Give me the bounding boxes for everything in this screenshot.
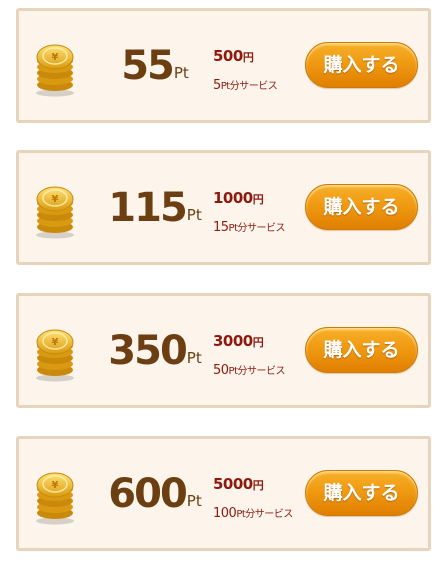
bonus-label: 100Pt分サービス: [213, 505, 293, 521]
price-label: 1000円: [213, 189, 264, 207]
bonus-suffix: Pt分サービス: [220, 81, 278, 92]
point-package-list: ¥ 55 Pt 500円 5Pt分サービス 購入する ¥ 115 Pt 1000…: [0, 0, 448, 562]
points-amount: 600 Pt: [91, 439, 219, 548]
price-amount: 5000: [213, 475, 253, 493]
bonus-suffix: Pt分サービス: [236, 509, 293, 520]
buy-button[interactable]: 購入する: [305, 470, 418, 516]
svg-text:¥: ¥: [52, 52, 59, 63]
points-amount: 350 Pt: [91, 296, 219, 405]
price-amount: 3000: [213, 332, 253, 350]
points-number: 115: [108, 184, 187, 231]
bonus-label: 15Pt分サービス: [213, 219, 286, 235]
package-card: ¥ 600 Pt 5000円 100Pt分サービス 購入する: [16, 436, 431, 551]
points-number: 600: [108, 470, 187, 517]
points-number: 55: [121, 42, 175, 89]
points-unit: Pt: [173, 64, 189, 82]
bonus-label: 5Pt分サービス: [213, 77, 278, 93]
points-amount: 115 Pt: [91, 153, 219, 262]
bonus-amount: 100: [213, 506, 237, 521]
buy-button[interactable]: 購入する: [305, 327, 418, 373]
svg-text:¥: ¥: [52, 480, 59, 491]
package-card: ¥ 115 Pt 1000円 15Pt分サービス 購入する: [16, 150, 431, 265]
package-card: ¥ 350 Pt 3000円 50Pt分サービス 購入する: [16, 293, 431, 408]
svg-text:¥: ¥: [52, 337, 59, 348]
bonus-amount: 15: [213, 220, 229, 235]
coin-stack-icon: ¥: [36, 472, 74, 525]
coin-stack-icon: ¥: [36, 44, 74, 97]
coin-stack-icon: ¥: [36, 186, 74, 239]
coin-stack-icon: ¥: [36, 329, 74, 382]
price-currency: 円: [252, 479, 264, 492]
bonus-amount: 50: [213, 363, 229, 378]
package-info: 5000円 100Pt分サービス: [213, 439, 313, 548]
points-number: 350: [108, 327, 187, 374]
price-currency: 円: [242, 51, 254, 64]
points-unit: Pt: [186, 349, 202, 367]
price-amount: 1000: [213, 189, 253, 207]
package-info: 3000円 50Pt分サービス: [213, 296, 313, 405]
bonus-suffix: Pt分サービス: [228, 223, 286, 234]
svg-text:¥: ¥: [52, 194, 59, 205]
buy-button[interactable]: 購入する: [305, 184, 418, 230]
bonus-suffix: Pt分サービス: [228, 366, 286, 377]
package-card: ¥ 55 Pt 500円 5Pt分サービス 購入する: [16, 8, 431, 123]
points-unit: Pt: [186, 206, 202, 224]
price-label: 500円: [213, 47, 254, 65]
points-amount: 55 Pt: [91, 11, 219, 120]
price-currency: 円: [252, 193, 264, 206]
price-currency: 円: [252, 336, 264, 349]
price-label: 3000円: [213, 332, 264, 350]
package-info: 500円 5Pt分サービス: [213, 11, 313, 120]
price-label: 5000円: [213, 475, 264, 493]
bonus-label: 50Pt分サービス: [213, 362, 286, 378]
package-info: 1000円 15Pt分サービス: [213, 153, 313, 262]
bonus-amount: 5: [213, 78, 221, 93]
buy-button[interactable]: 購入する: [305, 42, 418, 88]
price-amount: 500: [213, 47, 243, 65]
points-unit: Pt: [186, 492, 202, 510]
